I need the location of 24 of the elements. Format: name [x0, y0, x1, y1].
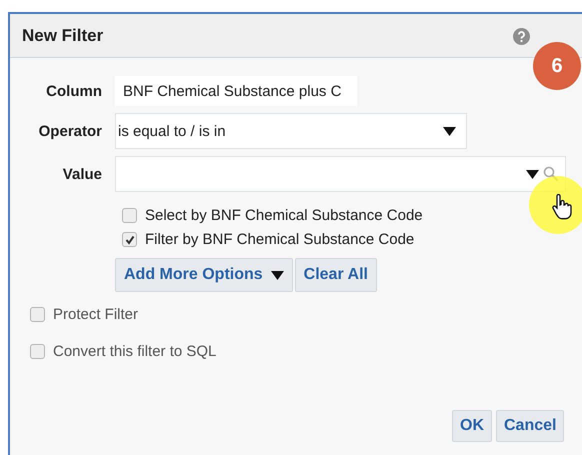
caret-icon	[270, 270, 284, 280]
checkbox[interactable]	[30, 344, 45, 359]
cancel-button[interactable]: Cancel	[496, 410, 564, 442]
add-options-button[interactable]: Add More Options	[115, 258, 293, 292]
checkbox-label: Protect Filter	[53, 306, 138, 323]
checkbox-label: Select by BNF Chemical Substance Code	[145, 207, 423, 224]
operator-dropdown[interactable]: is equal to / is in	[115, 113, 467, 149]
caret-icon	[443, 126, 456, 136]
checkbox-label: Convert this filter to SQL	[53, 343, 216, 360]
hand-cursor-icon	[550, 194, 572, 220]
checkbox[interactable]	[122, 232, 137, 247]
checkbox[interactable]	[30, 307, 45, 322]
column-field[interactable]: BNF Chemical Substance plus C	[115, 76, 357, 106]
clear-all-button[interactable]: Clear All	[294, 258, 377, 292]
ok-button[interactable]: OK	[452, 410, 492, 442]
checkbox-label: Filter by BNF Chemical Substance Code	[145, 231, 414, 248]
field-label: Operator	[38, 122, 102, 140]
caret-icon	[526, 170, 539, 178]
value-field[interactable]	[115, 156, 566, 192]
dialog-title: New Filter	[22, 26, 104, 46]
checkbox[interactable]	[122, 208, 137, 223]
field-label: Column	[45, 82, 102, 100]
step-badge: 6	[533, 42, 581, 90]
field-label: Value	[62, 166, 102, 182]
